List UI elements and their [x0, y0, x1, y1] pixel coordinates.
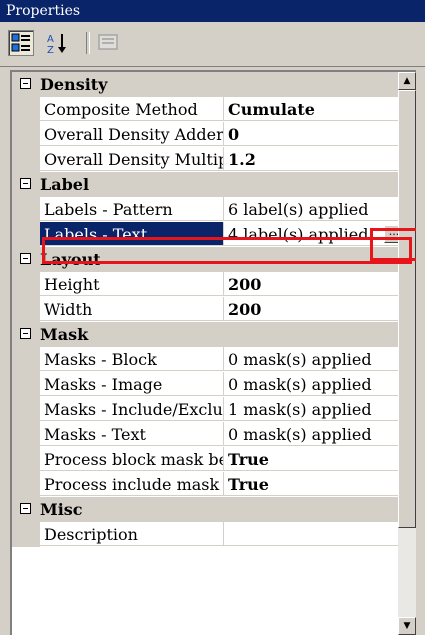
property-value[interactable]: True [224, 447, 406, 471]
category-label: Misc [40, 500, 83, 519]
category-layout[interactable]: Layout [12, 247, 406, 272]
property-name: Overall Density Multip [40, 147, 224, 171]
property-row[interactable]: Labels - Pattern 6 label(s) applied [12, 197, 406, 222]
property-row[interactable]: Composite Method Cumulate [12, 97, 406, 122]
toolbar: A Z [0, 22, 425, 67]
property-row[interactable]: Masks - Text 0 mask(s) applied [12, 422, 406, 447]
property-value[interactable] [224, 522, 406, 546]
svg-text:A: A [47, 34, 54, 45]
row-gutter [12, 122, 40, 147]
property-name: Masks - Include/Exclu [40, 397, 224, 421]
property-value[interactable]: Cumulate [224, 97, 406, 121]
category-label: Layout [40, 250, 101, 269]
sort-az-icon: A Z [47, 34, 66, 56]
collapse-icon[interactable] [20, 253, 31, 264]
property-value[interactable]: 200 [224, 272, 406, 296]
scroll-thumb[interactable] [398, 90, 416, 528]
toolbar-separator [86, 32, 90, 54]
property-row[interactable]: Width 200 [12, 297, 406, 322]
property-name: Width [40, 297, 224, 321]
property-row[interactable]: Process include mask True [12, 472, 406, 497]
property-value[interactable]: 0 mask(s) applied [224, 372, 406, 396]
window-title: Properties [0, 0, 425, 22]
property-name: Masks - Block [40, 347, 224, 371]
categorized-button[interactable] [8, 30, 34, 56]
property-row[interactable]: Overall Density Multip 1.2 [12, 147, 406, 172]
property-row[interactable]: Overall Density Adder 0 [12, 122, 406, 147]
row-gutter [12, 297, 40, 322]
row-gutter [12, 472, 40, 497]
property-row[interactable]: Masks - Include/Exclu 1 mask(s) applied [12, 397, 406, 422]
row-gutter [12, 97, 40, 122]
collapse-icon[interactable] [20, 178, 31, 189]
property-pages-icon [98, 34, 118, 50]
svg-text:Z: Z [47, 45, 54, 56]
collapse-icon[interactable] [20, 503, 31, 514]
property-value[interactable]: True [224, 472, 406, 496]
row-gutter [12, 147, 40, 172]
property-rows: Density Composite Method Cumulate Overal… [12, 72, 406, 547]
row-gutter [12, 447, 40, 472]
property-name: Description [40, 522, 224, 546]
row-gutter [12, 347, 40, 372]
properties-window: Properties A Z Density Composite Method … [0, 0, 425, 635]
property-value[interactable]: 1 mask(s) applied [224, 397, 406, 421]
row-gutter [12, 522, 40, 547]
property-name: Labels - Pattern [40, 197, 224, 221]
property-value[interactable]: 4 label(s) applied ... [224, 222, 406, 246]
property-name: Composite Method [40, 97, 224, 121]
property-name: Process include mask [40, 472, 224, 496]
category-label-group[interactable]: Label [12, 172, 406, 197]
category-label: Density [40, 75, 108, 94]
property-name: Process block mask be [40, 447, 224, 471]
collapse-icon[interactable] [20, 78, 31, 89]
row-gutter [12, 372, 40, 397]
property-value-text: 4 label(s) applied [228, 225, 369, 244]
property-name: Labels - Text [40, 222, 224, 246]
property-row[interactable]: Description [12, 522, 406, 547]
row-gutter [12, 272, 40, 297]
row-gutter [12, 197, 40, 222]
property-row[interactable]: Masks - Image 0 mask(s) applied [12, 372, 406, 397]
property-value[interactable]: 0 mask(s) applied [224, 347, 406, 371]
property-name: Masks - Text [40, 422, 224, 446]
property-row[interactable]: Process block mask be True [12, 447, 406, 472]
property-value[interactable]: 200 [224, 297, 406, 321]
property-row[interactable]: Height 200 [12, 272, 406, 297]
property-pages-button[interactable] [96, 30, 122, 56]
property-name: Overall Density Adder [40, 122, 224, 146]
property-name: Height [40, 272, 224, 296]
property-row-selected[interactable]: Labels - Text 4 label(s) applied ... [12, 222, 406, 247]
property-name: Masks - Image [40, 372, 224, 396]
property-row[interactable]: Masks - Block 0 mask(s) applied [12, 347, 406, 372]
alphabetical-button[interactable]: A Z [44, 30, 70, 56]
category-label: Label [40, 175, 90, 194]
category-mask[interactable]: Mask [12, 322, 406, 347]
property-value[interactable]: 0 [224, 122, 406, 146]
property-value[interactable]: 6 label(s) applied [224, 197, 406, 221]
category-misc[interactable]: Misc [12, 497, 406, 522]
collapse-icon[interactable] [20, 328, 31, 339]
row-gutter [12, 222, 40, 247]
row-gutter [12, 397, 40, 422]
vertical-scrollbar[interactable]: ▲ ▼ [398, 72, 416, 635]
property-grid[interactable]: Density Composite Method Cumulate Overal… [10, 70, 416, 635]
category-density[interactable]: Density [12, 72, 406, 97]
category-label: Mask [40, 325, 89, 344]
scroll-up-button[interactable]: ▲ [398, 72, 416, 90]
scroll-down-button[interactable]: ▼ [398, 617, 416, 635]
row-gutter [12, 422, 40, 447]
property-value[interactable]: 1.2 [224, 147, 406, 171]
categorized-icon [11, 33, 30, 52]
property-value[interactable]: 0 mask(s) applied [224, 422, 406, 446]
